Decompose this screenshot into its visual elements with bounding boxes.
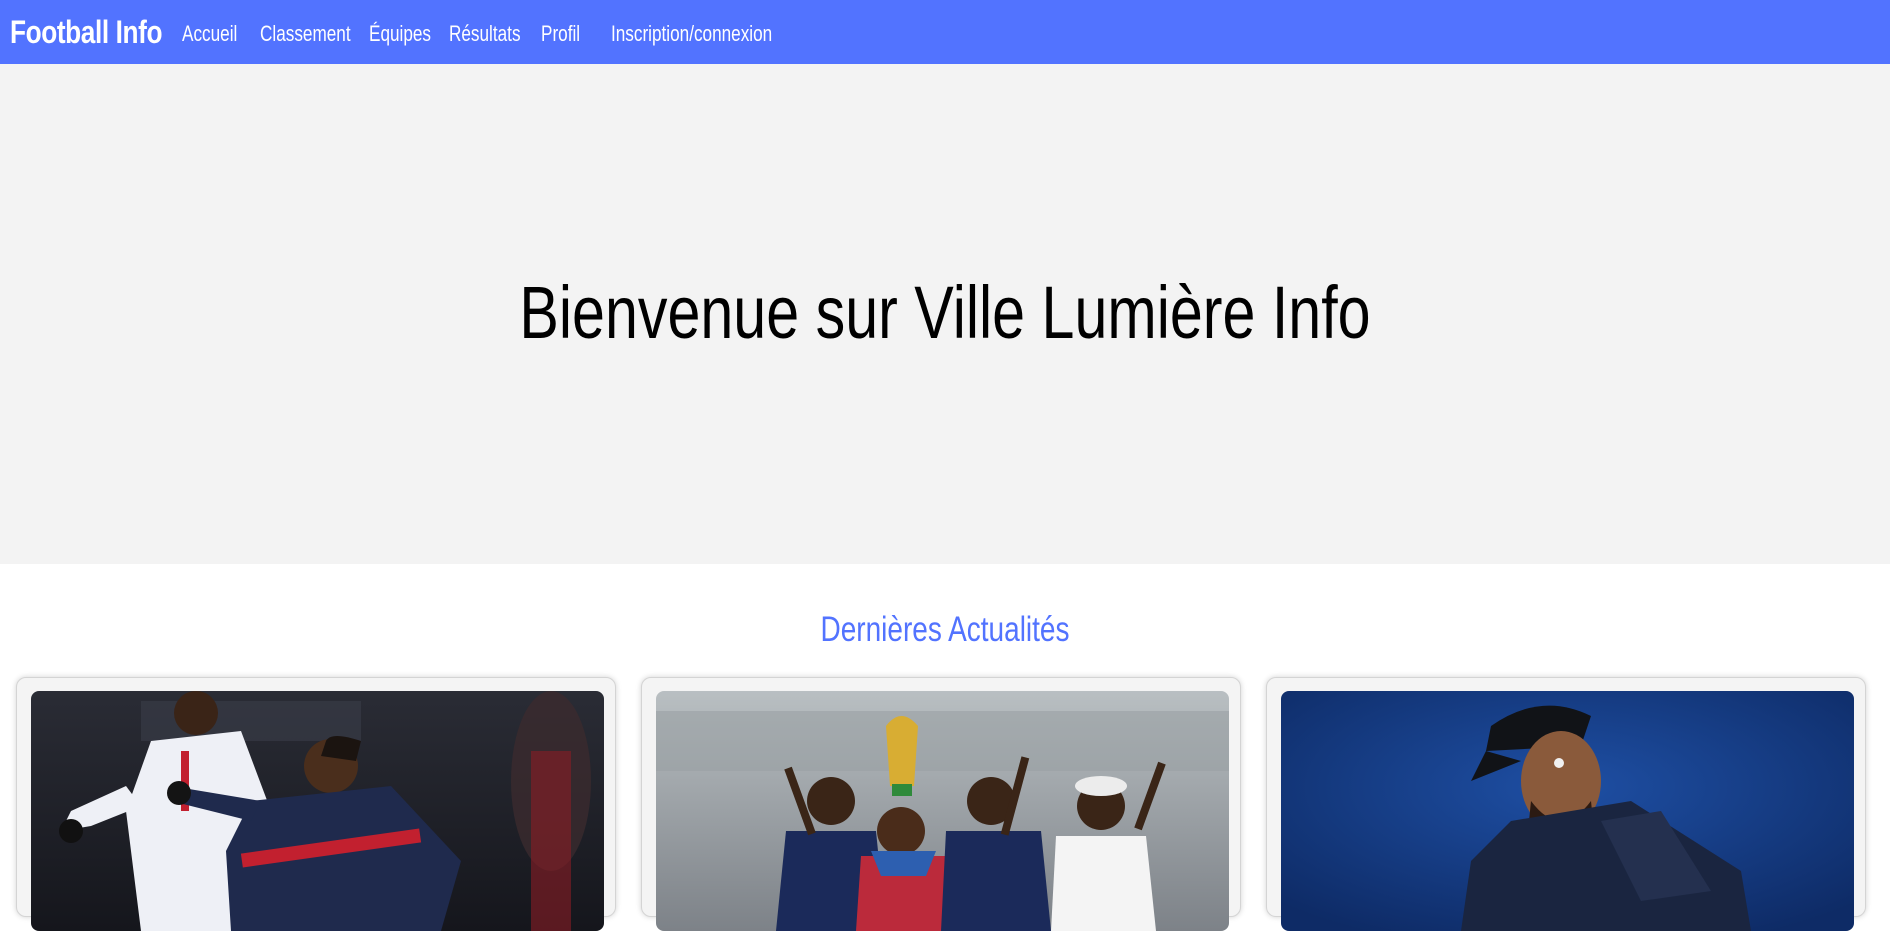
news-section-title: Dernières Actualités: [820, 610, 1070, 649]
football-match-photo-icon: [31, 691, 604, 931]
site-logo[interactable]: Football Info: [10, 14, 162, 51]
news-card[interactable]: [1266, 677, 1866, 931]
news-card-image[interactable]: [31, 691, 604, 931]
news-card-image[interactable]: [1281, 691, 1854, 931]
news-card-image[interactable]: [656, 691, 1229, 931]
nav-equipes[interactable]: Équipes: [369, 21, 431, 47]
nav-classement[interactable]: Classement: [260, 21, 351, 47]
nav-accueil[interactable]: Accueil: [182, 21, 243, 47]
news-card[interactable]: [641, 677, 1241, 931]
hero-banner: Bienvenue sur Ville Lumière Info: [0, 64, 1890, 564]
nav-inscription-connexion[interactable]: Inscription/connexion: [611, 21, 772, 47]
main-nav: Accueil Classement Équipes Résultats Pro…: [182, 21, 811, 47]
world-cup-celebration-photo-icon: [656, 691, 1229, 931]
hero-title: Bienvenue sur Ville Lumière Info: [519, 271, 1371, 354]
news-card[interactable]: [16, 677, 616, 931]
nav-resultats[interactable]: Résultats: [449, 21, 521, 47]
nav-profil[interactable]: Profil: [541, 21, 596, 47]
top-navbar: Football Info Accueil Classement Équipes…: [0, 0, 1890, 64]
player-portrait-photo-icon: [1281, 691, 1854, 931]
